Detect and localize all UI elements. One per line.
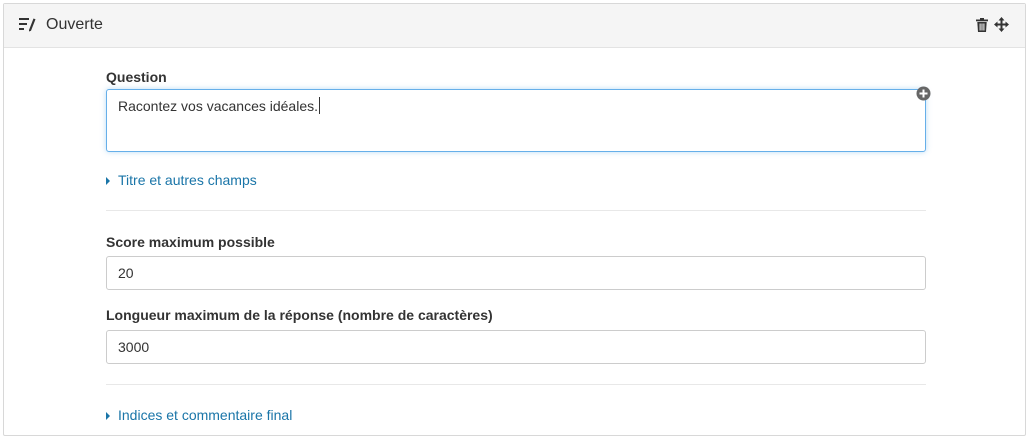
- score-value: 20: [118, 265, 134, 281]
- divider: [106, 384, 926, 385]
- question-text: Racontez vos vacances idéales.: [118, 98, 318, 114]
- panel-title: Ouverte: [46, 16, 103, 33]
- text-cursor: [319, 97, 320, 114]
- max-length-value: 3000: [118, 339, 150, 355]
- panel-body: Question Racontez vos vacances idéales. …: [4, 48, 1025, 435]
- hints-toggle[interactable]: Indices et commentaire final: [106, 407, 292, 423]
- plus-circle-icon[interactable]: [916, 86, 931, 101]
- title-fields-label: Titre et autres champs: [118, 172, 257, 188]
- edit-list-icon: [19, 18, 36, 32]
- question-panel: Ouverte Question Racontez vos vacances i…: [3, 3, 1026, 436]
- caret-right-icon: [106, 177, 110, 185]
- question-textarea[interactable]: Racontez vos vacances idéales.: [106, 89, 926, 152]
- question-label: Question: [106, 69, 167, 85]
- move-icon[interactable]: [994, 17, 1009, 32]
- max-length-label: Longueur maximum de la réponse (nombre d…: [106, 307, 493, 323]
- title-fields-toggle[interactable]: Titre et autres champs: [106, 172, 257, 188]
- hints-label: Indices et commentaire final: [118, 407, 293, 423]
- panel-header: Ouverte: [4, 4, 1025, 48]
- trash-icon[interactable]: [976, 18, 988, 32]
- caret-right-icon: [106, 412, 110, 420]
- score-input[interactable]: 20: [106, 256, 926, 290]
- score-label: Score maximum possible: [106, 234, 275, 250]
- divider: [106, 210, 926, 211]
- max-length-input[interactable]: 3000: [106, 330, 926, 364]
